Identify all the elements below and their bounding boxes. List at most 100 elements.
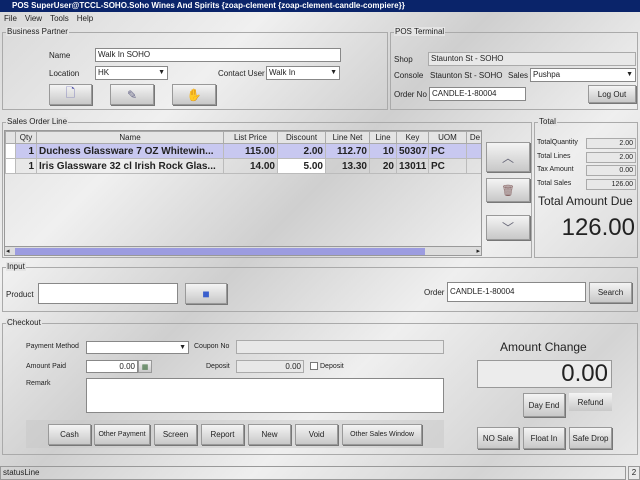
- console-label: Console: [394, 71, 424, 80]
- col-discount[interactable]: Discount: [277, 131, 326, 144]
- console-value: Staunton St - SOHO: [430, 71, 503, 80]
- col-name[interactable]: Name: [36, 131, 224, 144]
- contact-user-label: Contact User: [218, 69, 265, 78]
- cell-line-net: 13.30: [325, 158, 370, 174]
- cell-discount: 2.00: [277, 143, 326, 159]
- order-lines-table: Qty Name List Price Discount Line Net Line Key…: [4, 130, 482, 256]
- amount-change-value: 0.00: [477, 360, 612, 388]
- cell-qty: 1: [15, 143, 37, 159]
- cell-line: 10: [369, 143, 397, 159]
- col-de[interactable]: De: [466, 131, 481, 144]
- menu-view[interactable]: View: [25, 14, 42, 23]
- cell-name: Iris Glassware 32 cl Irish Rock Glas...: [36, 158, 224, 174]
- amount-paid-label: Amount Paid: [26, 363, 67, 370]
- total-lines-label: Total Lines: [537, 153, 571, 160]
- tax-amount-field: 0.00: [586, 165, 636, 176]
- scroll-left-icon[interactable]: ◂: [6, 247, 10, 255]
- screen-button[interactable]: Screen: [154, 424, 197, 445]
- location-select[interactable]: HK: [95, 66, 168, 80]
- total-sales-field: 126.00: [586, 179, 636, 190]
- cell-list-price: 115.00: [223, 143, 278, 159]
- remark-textarea[interactable]: [86, 378, 444, 413]
- payment-method-label: Payment Method: [26, 343, 79, 350]
- calculator-icon: ▦: [141, 363, 149, 371]
- col-qty[interactable]: Qty: [15, 131, 37, 144]
- pos-terminal-legend: POS Terminal: [394, 27, 446, 36]
- cell-uom: PC: [428, 143, 467, 159]
- col-list-price[interactable]: List Price: [223, 131, 278, 144]
- no-sale-button[interactable]: NO Sale: [477, 427, 519, 449]
- calculator-button[interactable]: ▦: [138, 360, 152, 373]
- table-header: Qty Name List Price Discount Line Net Line Key…: [5, 131, 481, 144]
- order-input[interactable]: CANDLE-1-80004: [447, 282, 586, 302]
- coupon-no-label: Coupon No: [194, 343, 230, 350]
- order-no-field: CANDLE-1-80004: [429, 87, 526, 101]
- chevron-down-icon: ﹀: [501, 221, 514, 235]
- table-row[interactable]: 1 Duchess Glassware 7 OZ Whitewin... 115.0…: [5, 143, 481, 159]
- delete-line-button[interactable]: 🗑: [486, 178, 530, 202]
- col-uom[interactable]: UOM: [428, 131, 467, 144]
- search-button[interactable]: Search: [589, 282, 632, 303]
- cash-button[interactable]: Cash: [48, 424, 91, 445]
- cell-discount: 5.00: [277, 158, 326, 174]
- col-line[interactable]: Line: [369, 131, 397, 144]
- product-input[interactable]: [38, 283, 178, 304]
- scrollbar-thumb[interactable]: [15, 248, 425, 255]
- chevron-up-icon: ︿: [501, 150, 514, 165]
- edit-bpartner-button[interactable]: ✎: [110, 84, 154, 105]
- void-button[interactable]: Void: [295, 424, 338, 445]
- cube-icon: ■: [202, 286, 210, 301]
- cell-de: [466, 143, 481, 159]
- search-bpartner-button[interactable]: ✋: [172, 84, 216, 105]
- refund-button[interactable]: Refund: [569, 393, 612, 411]
- payment-method-select[interactable]: [86, 341, 189, 354]
- col-line-net[interactable]: Line Net: [325, 131, 370, 144]
- scroll-right-icon[interactable]: ▸: [476, 247, 480, 255]
- checkout-legend: Checkout: [6, 318, 42, 327]
- cell-key: 13011: [396, 158, 429, 174]
- status-line: statusLine: [0, 466, 626, 480]
- other-sales-window-button[interactable]: Other Sales Window: [342, 424, 422, 445]
- new-bpartner-button[interactable]: 🗋: [49, 84, 92, 105]
- safe-drop-button[interactable]: Safe Drop: [569, 427, 612, 449]
- cell-qty: 1: [15, 158, 37, 174]
- sales-rep-select[interactable]: Pushpa: [530, 68, 636, 82]
- menu-file[interactable]: File: [4, 14, 17, 23]
- location-label: Location: [49, 69, 80, 78]
- total-sales-label: Total Sales: [537, 180, 572, 187]
- status-count: 2: [628, 466, 640, 480]
- window-title: POS SuperUser@TCCL-SOHO.Soho Wines And S…: [0, 0, 640, 12]
- day-end-button[interactable]: Day End: [523, 393, 565, 417]
- document-icon: 🗋: [65, 86, 76, 100]
- amount-paid-input[interactable]: 0.00: [86, 360, 138, 373]
- menu-tools[interactable]: Tools: [50, 14, 69, 23]
- shop-field: Staunton St - SOHO: [428, 52, 636, 66]
- cell-name: Duchess Glassware 7 OZ Whitewin...: [36, 143, 224, 159]
- move-up-button[interactable]: ︿: [486, 142, 530, 172]
- menu-help[interactable]: Help: [77, 14, 93, 23]
- product-lookup-button[interactable]: ■: [185, 283, 227, 304]
- col-key[interactable]: Key: [396, 131, 429, 144]
- sales-order-line-legend: Sales Order Line: [6, 117, 69, 126]
- other-payment-button[interactable]: Other Payment: [94, 424, 150, 445]
- move-down-button[interactable]: ﹀: [486, 215, 530, 240]
- cell-line: 20: [369, 158, 397, 174]
- deposit-checkbox[interactable]: [310, 362, 318, 370]
- total-lines-field: 2.00: [586, 152, 636, 163]
- total-quantity-field: 2.00: [586, 138, 636, 149]
- coupon-no-input[interactable]: [236, 340, 444, 354]
- total-amount-due-value: 126.00: [561, 214, 635, 241]
- product-label: Product: [6, 290, 34, 299]
- new-button[interactable]: New: [248, 424, 291, 445]
- horizontal-scrollbar[interactable]: ◂ ▸: [5, 246, 481, 255]
- report-button[interactable]: Report: [201, 424, 244, 445]
- handshake-icon: ✋: [186, 87, 202, 102]
- contact-user-select[interactable]: Walk In: [266, 66, 340, 80]
- float-in-button[interactable]: Float In: [523, 427, 565, 449]
- shop-label: Shop: [394, 55, 413, 64]
- cell-list-price: 14.00: [223, 158, 278, 174]
- table-row[interactable]: 1 Iris Glassware 32 cl Irish Rock Glas...…: [5, 158, 481, 174]
- name-input[interactable]: Walk In SOHO: [95, 48, 341, 62]
- log-out-button[interactable]: Log Out: [588, 85, 636, 103]
- edit-icon: ✎: [126, 87, 138, 102]
